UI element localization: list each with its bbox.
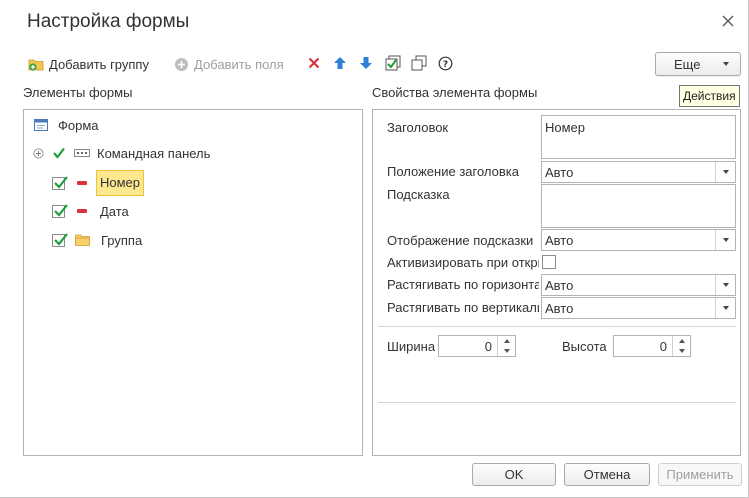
divider: [378, 402, 736, 403]
add-group-label: Добавить группу: [49, 56, 149, 72]
chevron-down-icon: [722, 306, 729, 310]
hint-display-select[interactable]: Авто: [541, 229, 736, 251]
checkmark-icon: [54, 203, 68, 217]
chevron-down-icon: [722, 283, 729, 287]
check-all-icon: [385, 55, 401, 71]
add-fields-button[interactable]: Добавить поля: [174, 55, 284, 73]
check-all-button[interactable]: [385, 55, 401, 71]
add-group-button[interactable]: Добавить группу: [28, 55, 149, 73]
stretch-vertical-select[interactable]: Авто: [541, 297, 736, 319]
hint-display-value: Авто: [545, 232, 574, 248]
svg-text:?: ?: [442, 60, 447, 70]
divider: [378, 326, 736, 327]
activate-on-open-label: Активизировать при откры: [387, 255, 539, 270]
stretch-horizontal-value: Авто: [545, 277, 574, 293]
title-position-label: Положение заголовка: [387, 164, 519, 179]
add-fields-label: Добавить поля: [194, 56, 284, 72]
add-folder-icon: [28, 59, 44, 71]
close-button[interactable]: [717, 10, 739, 32]
copy-icon: [411, 55, 427, 71]
checkmark-icon: [54, 232, 68, 246]
ok-button[interactable]: OK: [472, 463, 556, 486]
folder-icon: [75, 234, 90, 246]
copy-button[interactable]: [411, 55, 427, 71]
tree-item-number[interactable]: Номер: [52, 169, 145, 197]
command-bar-icon: [74, 149, 90, 157]
stretch-horizontal-label: Растягивать по горизонтали: [387, 277, 539, 292]
help-icon: ?: [438, 56, 452, 70]
title-position-select[interactable]: Авто: [541, 161, 736, 183]
hint-label: Подсказка: [387, 187, 450, 202]
chevron-down-icon: [722, 170, 729, 174]
tree-item-form[interactable]: Форма: [34, 115, 99, 135]
height-value: 0: [659, 338, 667, 354]
dropdown-button[interactable]: [715, 230, 735, 250]
window-title: Настройка формы: [27, 11, 190, 32]
spin-down-icon[interactable]: [498, 346, 515, 356]
tree-item-label: Командная панель: [97, 145, 211, 161]
spin-up-icon[interactable]: [498, 336, 515, 346]
tree-item-date[interactable]: Дата: [52, 201, 129, 221]
delete-icon: [308, 57, 320, 69]
move-up-button[interactable]: [332, 55, 348, 71]
width-label: Ширина: [387, 339, 436, 354]
element-properties-heading: Свойства элемента формы: [372, 85, 538, 100]
checkmark-icon[interactable]: [52, 146, 66, 160]
form-elements-heading: Элементы формы: [23, 85, 133, 100]
spin-down-icon[interactable]: [673, 346, 690, 356]
expand-plus-icon[interactable]: [33, 147, 44, 159]
cancel-button[interactable]: Отмена: [564, 463, 650, 486]
chevron-down-icon: [723, 62, 729, 66]
field-icon: [77, 181, 87, 185]
more-button-label: Еще: [674, 56, 701, 72]
tree-item-group[interactable]: Группа: [52, 230, 142, 250]
tree-item-label: Форма: [58, 117, 99, 133]
dropdown-button[interactable]: [715, 275, 735, 295]
move-up-icon: [334, 57, 346, 69]
field-icon: [77, 209, 87, 213]
stretch-horizontal-select[interactable]: Авто: [541, 274, 736, 296]
move-down-icon: [360, 57, 372, 69]
tree-item-label-selected: Номер: [96, 170, 145, 196]
delete-button[interactable]: [306, 55, 322, 71]
checkmark-icon: [54, 175, 68, 189]
tree-item-checkbox[interactable]: [52, 232, 68, 247]
title-prop-label: Заголовок: [387, 120, 449, 135]
hint-input[interactable]: [541, 184, 736, 228]
chevron-down-icon: [722, 238, 729, 242]
height-label: Высота: [562, 339, 607, 354]
dropdown-button[interactable]: [715, 162, 735, 182]
hint-display-label: Отображение подсказки: [387, 233, 534, 248]
help-button[interactable]: ?: [437, 55, 453, 71]
stretch-vertical-value: Авто: [545, 300, 574, 316]
title-prop-input[interactable]: Номер: [541, 115, 736, 159]
form-settings-window: Настройка формы Добавить группу Добавить…: [0, 0, 749, 498]
form-icon: [34, 119, 48, 131]
apply-button[interactable]: Применить: [658, 463, 742, 486]
width-stepper[interactable]: 0: [438, 335, 516, 357]
tree-item-label: Группа: [101, 232, 143, 248]
height-stepper[interactable]: 0: [613, 335, 691, 357]
tree-item-checkbox[interactable]: [52, 203, 68, 218]
more-button[interactable]: Еще: [655, 52, 741, 76]
tree-item-command-bar[interactable]: Командная панель: [33, 143, 210, 163]
add-circle-icon: [175, 57, 188, 71]
stretch-vertical-label: Растягивать по вертикали: [387, 300, 539, 315]
dropdown-button[interactable]: [715, 298, 735, 318]
activate-on-open-checkbox[interactable]: [542, 255, 556, 269]
tree-item-checkbox[interactable]: [52, 175, 68, 190]
spin-up-icon[interactable]: [673, 336, 690, 346]
actions-tooltip: Действия: [679, 85, 740, 107]
title-position-value: Авто: [545, 164, 574, 180]
move-down-button[interactable]: [358, 55, 374, 71]
close-icon: [722, 15, 734, 27]
width-value: 0: [484, 338, 492, 354]
tree-item-label: Дата: [100, 203, 129, 219]
